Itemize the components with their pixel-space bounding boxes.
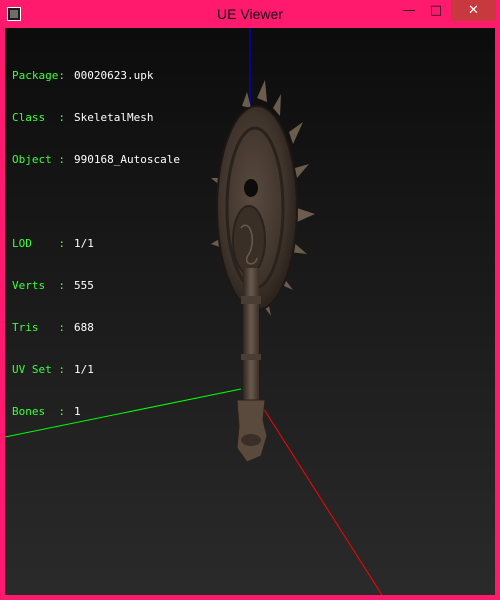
- lod-label: LOD :: [12, 237, 65, 250]
- axis-x-line: [252, 391, 383, 595]
- class-value: SkeletalMesh: [74, 111, 154, 124]
- mesh-info-panel: Package: 00020623.upk Class : SkeletalMesh…: [12, 41, 180, 447]
- maximize-button[interactable]: □: [423, 0, 449, 21]
- mace-mesh: [211, 80, 315, 463]
- tris-label: Tris :: [12, 321, 65, 334]
- uvset-label: UV Set :: [12, 363, 65, 376]
- bones-label: Bones :: [12, 405, 65, 418]
- bones-value: 1: [74, 405, 81, 418]
- uvset-value: 1/1: [74, 363, 94, 376]
- close-button[interactable]: ✕: [451, 0, 496, 21]
- class-label: Class :: [12, 111, 65, 124]
- lod-value: 1/1: [74, 237, 94, 250]
- object-label: Object :: [12, 153, 65, 166]
- verts-value: 555: [74, 279, 94, 292]
- title-bar[interactable]: UE Viewer — □ ✕: [0, 0, 500, 28]
- package-value: 00020623.upk: [74, 69, 154, 82]
- verts-label: Verts :: [12, 279, 65, 292]
- minimize-button[interactable]: —: [396, 0, 422, 21]
- 3d-viewport[interactable]: Package: 00020623.upk Class : SkeletalMesh…: [5, 28, 495, 595]
- app-window: UE Viewer — □ ✕ Package: 00020623.upk Cl…: [0, 0, 500, 600]
- tris-value: 688: [74, 321, 94, 334]
- package-label: Package:: [12, 69, 65, 82]
- object-value: 990168_Autoscale: [74, 153, 180, 166]
